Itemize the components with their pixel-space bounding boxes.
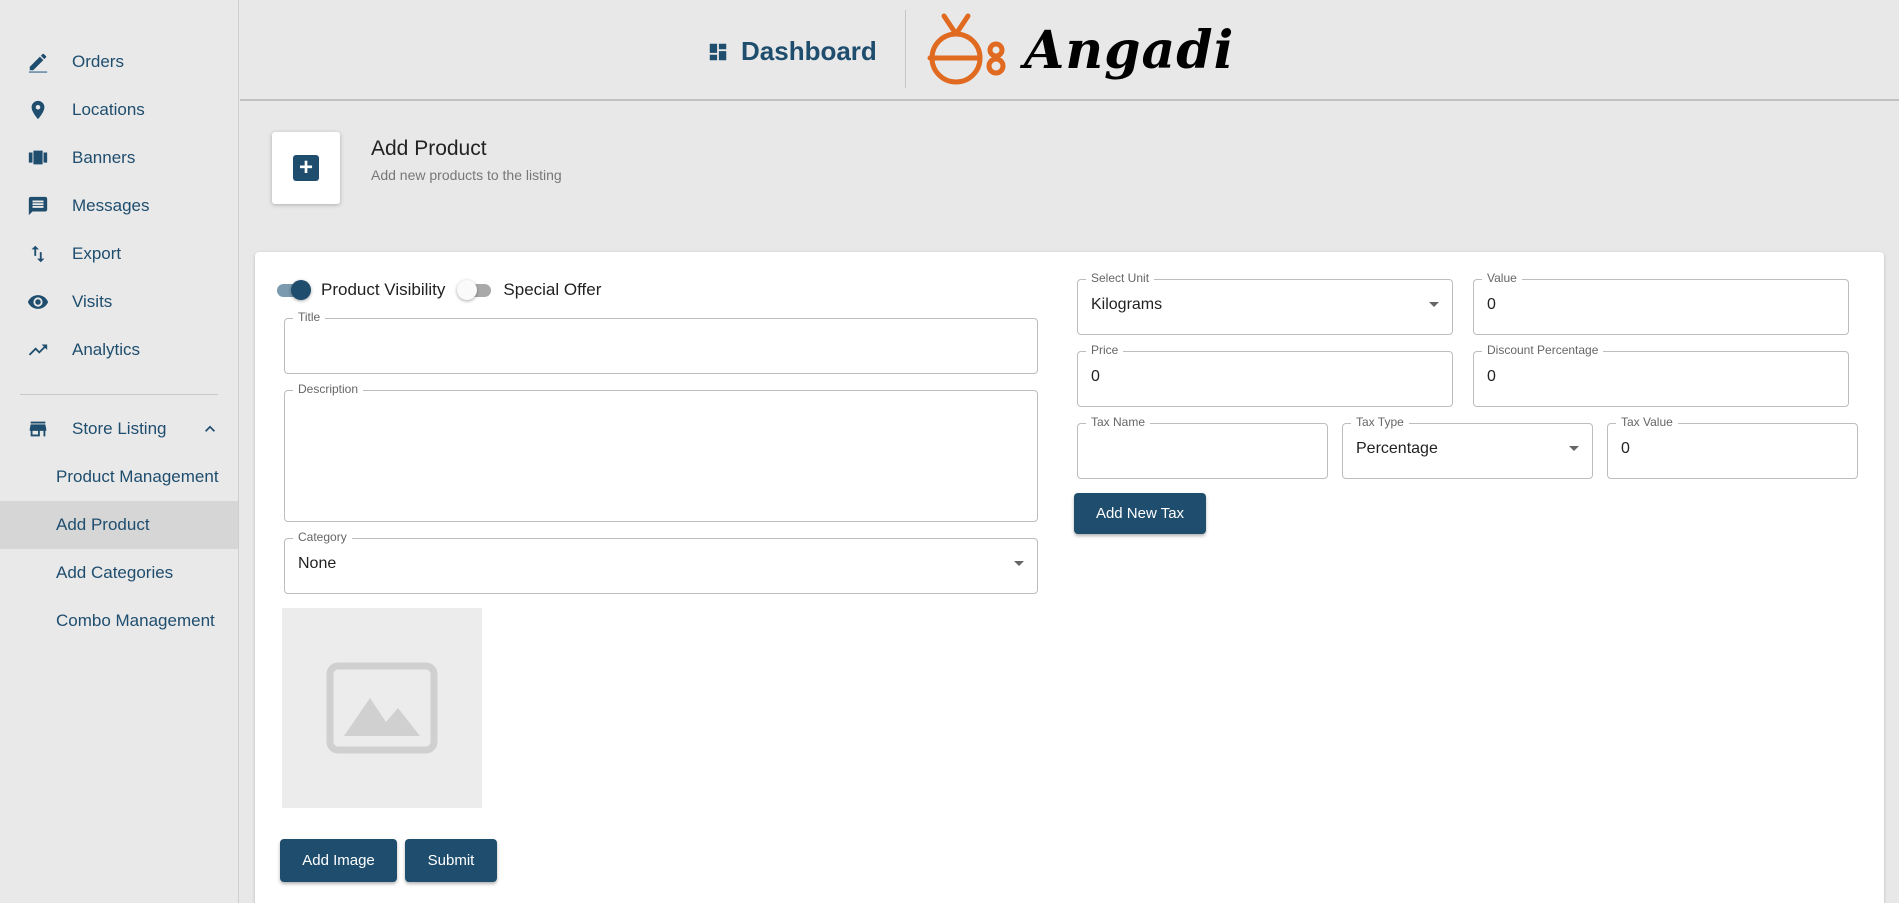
swap-vertical-icon [26,242,50,266]
tax-type-value: Percentage [1356,440,1438,457]
tax-value-field[interactable]: Tax Value 0 [1607,415,1858,479]
brand-name: Angadi [1024,19,1235,81]
sidebar-item-label: Analytics [72,340,141,359]
sidebar-item-visits[interactable]: Visits [0,278,238,326]
header-divider [905,10,906,88]
page-header: + Add Product Add new products to the li… [240,103,1899,235]
sidebar-item-analytics[interactable]: Analytics [0,326,238,374]
select-unit-value: Kilograms [1091,296,1163,313]
sidebar-divider [20,394,218,395]
category-select[interactable]: Category None [284,530,1038,594]
description-field[interactable]: Description [284,382,1038,522]
dropdown-arrow-icon [1569,446,1579,451]
price-field-label: Price [1086,343,1124,357]
message-icon [26,194,50,218]
plus-icon: + [293,155,319,181]
title-field-label: Title [293,310,326,324]
sidebar-subitem-combo-management[interactable]: Combo Management [0,597,238,645]
sidebar-item-label: Store Listing [72,419,167,438]
chevron-up-icon[interactable] [200,419,220,439]
title-field[interactable]: Title [284,310,1038,374]
page-title: Add Product [371,137,487,160]
select-unit-dropdown[interactable]: Select Unit Kilograms [1077,271,1453,335]
product-visibility-label: Product Visibility [321,280,446,299]
dashboard-link[interactable]: Dashboard [707,36,877,67]
sidebar-item-label: Messages [72,196,150,215]
sidebar-item-label: Orders [72,52,124,71]
description-field-label: Description [293,382,364,396]
special-offer-label: Special Offer [503,280,602,299]
discount-percentage-value: 0 [1487,368,1496,385]
store-icon [26,417,50,441]
tax-value-label: Tax Value [1616,415,1678,429]
tax-value-value: 0 [1621,440,1630,457]
value-field-label: Value [1482,271,1522,285]
value-field-value: 0 [1487,296,1496,313]
edit-icon [26,50,50,74]
brand-logo: Angadi [920,12,1234,88]
sidebar-item-banners[interactable]: Banners [0,134,238,182]
sidebar-item-orders[interactable]: Orders [0,38,238,86]
add-image-button[interactable]: Add Image [280,839,397,882]
sidebar-item-export[interactable]: Export [0,230,238,278]
special-offer-switch[interactable] [457,280,493,300]
sidebar-item-locations[interactable]: Locations [0,86,238,134]
tax-type-label: Tax Type [1351,415,1409,429]
trending-up-icon [26,338,50,362]
price-field-value: 0 [1091,368,1100,385]
tax-name-field[interactable]: Tax Name [1077,415,1328,479]
dropdown-arrow-icon [1014,561,1024,566]
toggle-row: Product Visibility Special Offer [275,280,613,300]
sidebar-item-label: Visits [72,292,113,311]
add-product-badge: + [272,132,340,204]
discount-percentage-label: Discount Percentage [1482,343,1604,357]
sidebar: Orders Locations Banners Messages Export… [0,0,239,903]
select-unit-label: Select Unit [1086,271,1155,285]
sidebar-subitem-add-product[interactable]: Add Product [0,501,238,549]
sidebar-subitem-add-categories[interactable]: Add Categories [0,549,238,597]
page-subtitle: Add new products to the listing [371,167,562,183]
discount-percentage-field[interactable]: Discount Percentage 0 [1473,343,1849,407]
category-select-value: None [298,555,337,572]
add-product-form: Product Visibility Special Offer Title D… [255,252,1884,903]
value-field[interactable]: Value 0 [1473,271,1849,335]
image-placeholder [282,608,482,808]
product-visibility-switch[interactable] [275,280,311,300]
submit-button[interactable]: Submit [405,839,497,882]
sidebar-item-label: Locations [72,100,145,119]
add-new-tax-button[interactable]: Add New Tax [1074,493,1206,534]
location-pin-icon [26,98,50,122]
tax-type-dropdown[interactable]: Tax Type Percentage [1342,415,1593,479]
sidebar-item-label: Export [72,244,122,263]
sidebar-item-messages[interactable]: Messages [0,182,238,230]
carousel-icon [26,146,50,170]
sidebar-subitem-product-management[interactable]: Product Management [0,453,238,501]
category-select-label: Category [293,530,352,544]
price-field[interactable]: Price 0 [1077,343,1453,407]
image-icon [326,662,438,754]
brand-mark-icon [927,13,1006,85]
eye-icon [26,290,50,314]
sidebar-item-label: Banners [72,148,136,167]
sidebar-group-store-listing[interactable]: Store Listing [0,405,238,453]
tax-name-label: Tax Name [1086,415,1151,429]
top-header: Dashboard Angadi [240,0,1899,101]
dashboard-icon [709,43,727,60]
dashboard-label: Dashboard [741,36,877,66]
dropdown-arrow-icon [1429,302,1439,307]
